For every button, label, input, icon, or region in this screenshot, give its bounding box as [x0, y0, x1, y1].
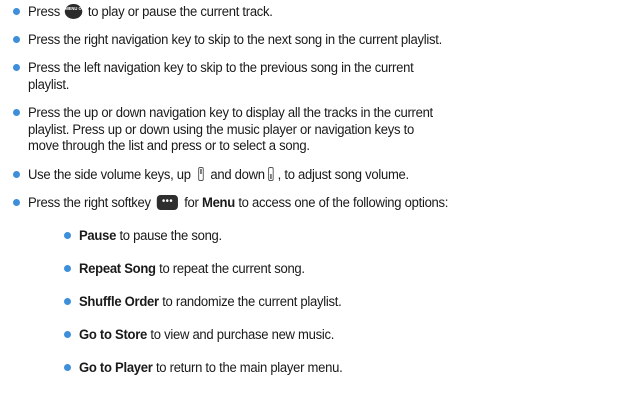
bullet-previous-song: Press the left navigation key to skip to…	[28, 60, 414, 93]
sub-bullet-pause: Pause to pause the song.	[79, 228, 222, 245]
bullet-next-song: Press the right navigation key to skip t…	[28, 32, 442, 49]
bullet-text-line: playlist. Press up or down using the mus…	[28, 121, 414, 138]
option-description: to randomize the current playlist.	[162, 294, 342, 310]
option-name: Go to Store	[79, 327, 148, 343]
sub-bullet-marker	[64, 364, 71, 371]
sub-bullet-marker	[64, 232, 71, 239]
bullet-marker	[13, 64, 20, 71]
bullet-text: Press	[28, 4, 60, 20]
instruction-page: Press MENU OK to play or pause the curre…	[0, 0, 624, 414]
option-name: Pause	[79, 228, 117, 244]
ok-key-icon: MENU OK	[65, 3, 85, 19]
sub-bullet-go-to-store: Go to Store to view and purchase new mus…	[79, 327, 334, 344]
sub-bullet-marker	[64, 298, 71, 305]
option-name: Go to Player	[79, 360, 153, 376]
bullet-text: to play or pause the current track.	[87, 4, 273, 20]
sub-bullet-shuffle-order: Shuffle Order to randomize the current p…	[79, 294, 342, 311]
sub-bullet-go-to-player: Go to Player to return to the main playe…	[79, 360, 343, 377]
bullet-text-line: Press the left navigation key to skip to…	[28, 60, 414, 76]
sub-bullet-marker	[64, 331, 71, 338]
bullet-marker	[13, 171, 20, 178]
option-description: to pause the song.	[119, 228, 222, 244]
volume-up-key-icon	[197, 167, 204, 182]
bullet-text: for	[184, 195, 199, 211]
bullet-text: , to adjust song volume.	[277, 167, 410, 183]
bullet-marker	[13, 36, 20, 43]
bullet-track-list: Press the up or down navigation key to d…	[28, 105, 433, 155]
bullet-text: Press the right navigation key to skip t…	[28, 32, 442, 48]
bullet-menu-softkey: Press the right softkey ••• for Menu to …	[28, 194, 449, 212]
option-name: Repeat Song	[79, 261, 156, 277]
bullet-text-line: Press the up or down navigation key to d…	[28, 105, 433, 121]
bullet-text-line: move through the list and press or to se…	[28, 138, 310, 154]
bullet-play-pause: Press MENU OK to play or pause the curre…	[28, 3, 273, 21]
option-description: to repeat the current song.	[159, 261, 305, 277]
bullet-text: Use the side volume keys, up	[28, 167, 191, 183]
bullet-marker	[13, 109, 20, 116]
option-description: to view and purchase new music.	[150, 327, 335, 343]
bullet-marker	[13, 8, 20, 15]
volume-down-key-icon	[268, 167, 274, 182]
option-description: to return to the main player menu.	[155, 360, 343, 376]
bullet-marker	[13, 199, 20, 206]
bullet-volume: Use the side volume keys, up and down , t…	[28, 167, 409, 184]
right-softkey-icon: •••	[156, 194, 179, 210]
bullet-text: Press the right softkey	[28, 195, 151, 211]
sub-bullet-repeat-song: Repeat Song to repeat the current song.	[79, 261, 305, 278]
bullet-text-line: playlist.	[28, 76, 70, 93]
menu-label: Menu	[201, 195, 235, 211]
bullet-text: to access one of the following options:	[238, 195, 449, 211]
option-name: Shuffle Order	[79, 294, 159, 310]
sub-bullet-marker	[64, 265, 71, 272]
bullet-text: and down	[210, 167, 265, 183]
